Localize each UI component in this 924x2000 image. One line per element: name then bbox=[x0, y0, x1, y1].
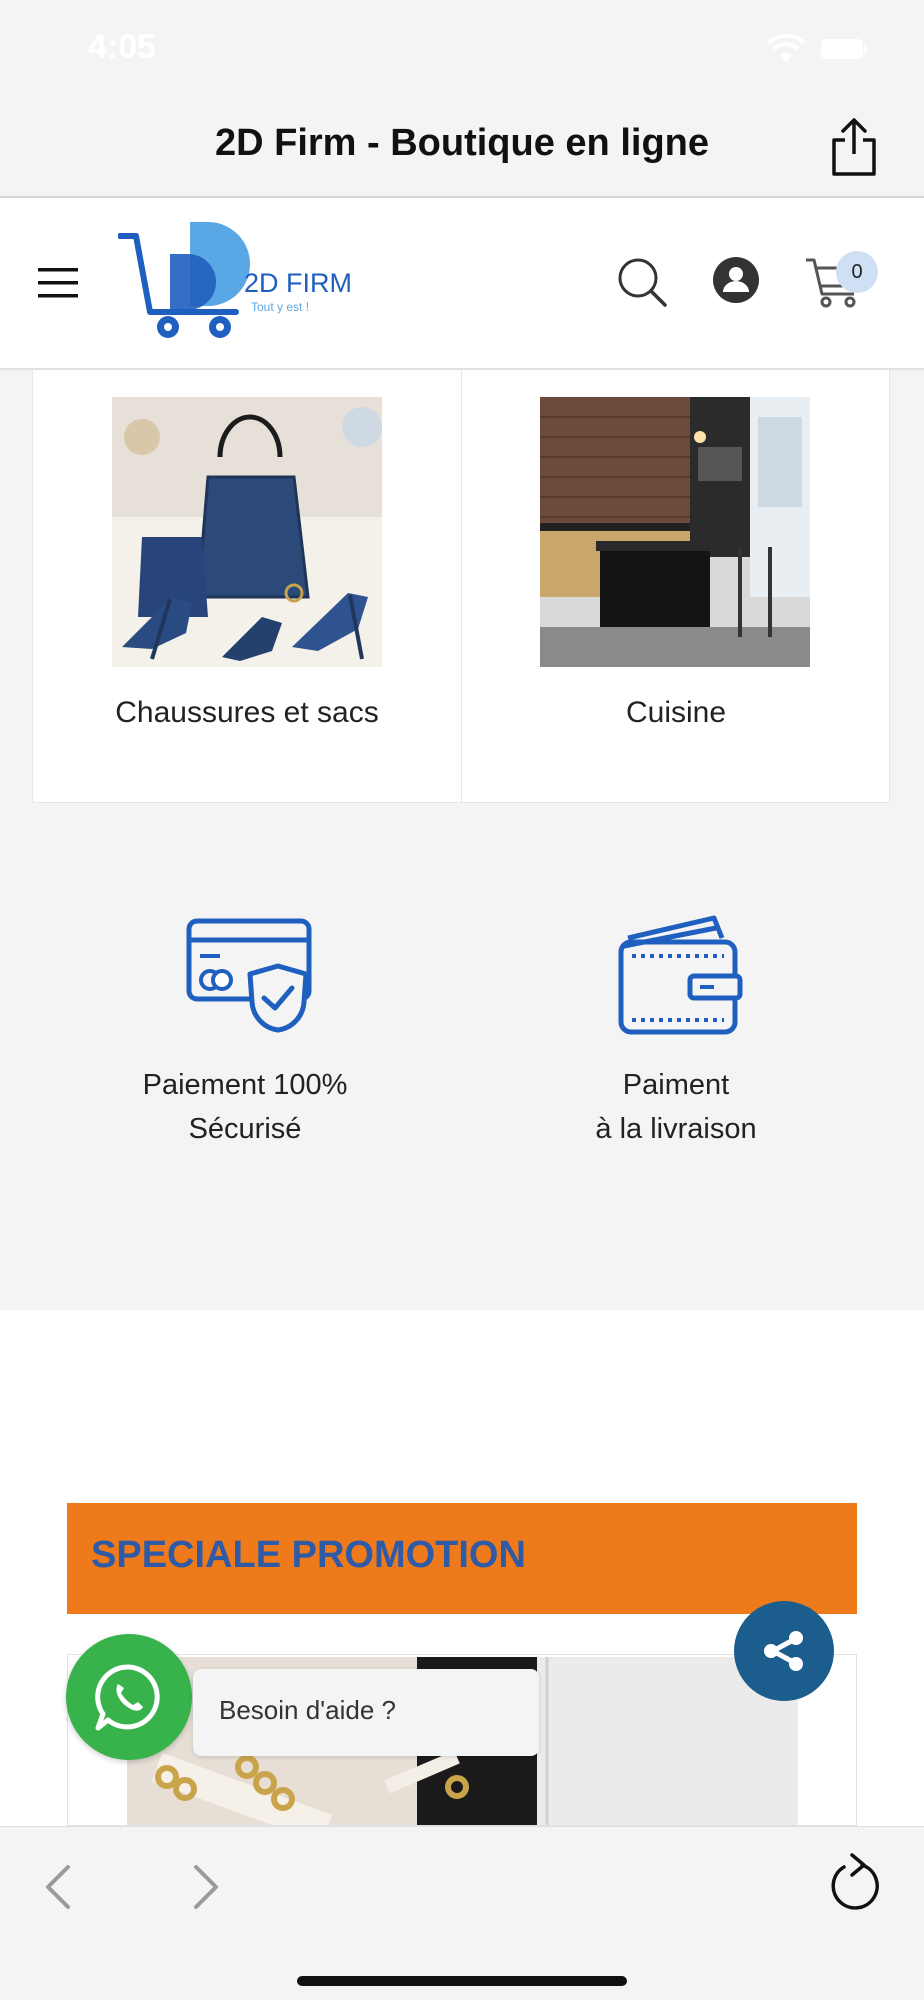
battery-icon bbox=[821, 39, 867, 59]
status-time: 4:05 bbox=[88, 28, 157, 66]
home-indicator[interactable] bbox=[297, 1976, 627, 1986]
bags-shoes-illustration bbox=[112, 397, 382, 667]
logo-tagline: Tout y est ! bbox=[251, 300, 310, 314]
help-chat-bubble[interactable]: Besoin d'aide ? bbox=[193, 1669, 539, 1756]
category-image-kitchen[interactable] bbox=[540, 397, 810, 667]
category-grid: Chaussures et sacs Cuisine bbox=[32, 370, 890, 803]
help-text: Besoin d'aide ? bbox=[219, 1695, 396, 1725]
divider bbox=[461, 370, 462, 802]
feature-line: Sécurisé bbox=[188, 1113, 302, 1145]
back-chevron-icon[interactable] bbox=[38, 1857, 78, 1917]
search-icon[interactable] bbox=[616, 256, 668, 308]
share-fab-button[interactable] bbox=[734, 1601, 834, 1701]
whatsapp-button[interactable] bbox=[66, 1634, 192, 1760]
promo-banner: SPECIALE PROMOTION bbox=[67, 1503, 857, 1614]
feature-line: Paiment bbox=[622, 1069, 730, 1101]
wifi-icon bbox=[766, 34, 806, 62]
browser-title-bar: 2D Firm - Boutique en ligne bbox=[0, 100, 924, 198]
site-header: 2D FIRM Tout y est ! 0 bbox=[0, 198, 924, 370]
reload-icon[interactable] bbox=[824, 1849, 882, 1913]
feature-cash-on-delivery: Paiment à la livraison bbox=[496, 1063, 856, 1151]
cart-count-badge: 0 bbox=[836, 251, 878, 293]
feature-line: à la livraison bbox=[595, 1113, 757, 1145]
user-account-icon[interactable] bbox=[712, 256, 760, 304]
wallet-icon bbox=[618, 915, 743, 1035]
status-bar: 4:05 bbox=[0, 0, 924, 100]
page-title: 2D Firm - Boutique en ligne bbox=[214, 122, 710, 164]
site-logo[interactable]: 2D FIRM Tout y est ! bbox=[118, 220, 368, 344]
category-label[interactable]: Chaussures et sacs bbox=[33, 696, 461, 730]
whatsapp-icon bbox=[95, 1664, 160, 1731]
logo-text: 2D FIRM bbox=[244, 268, 352, 298]
kitchen-illustration bbox=[540, 397, 810, 667]
secure-payment-card-icon bbox=[186, 918, 312, 1033]
promo-title: SPECIALE PROMOTION bbox=[91, 1534, 526, 1576]
share-nodes-icon bbox=[764, 1631, 803, 1671]
forward-chevron-icon[interactable] bbox=[186, 1857, 226, 1917]
feature-line: Paiement 100% bbox=[142, 1069, 348, 1101]
browser-bottom-bar bbox=[0, 1826, 924, 2000]
hamburger-menu-icon[interactable] bbox=[38, 266, 80, 300]
share-icon[interactable] bbox=[826, 116, 882, 178]
feature-secure-payment: Paiement 100% Sécurisé bbox=[65, 1063, 425, 1151]
category-label[interactable]: Cuisine bbox=[462, 696, 890, 730]
category-image-bags-shoes[interactable] bbox=[112, 397, 382, 667]
